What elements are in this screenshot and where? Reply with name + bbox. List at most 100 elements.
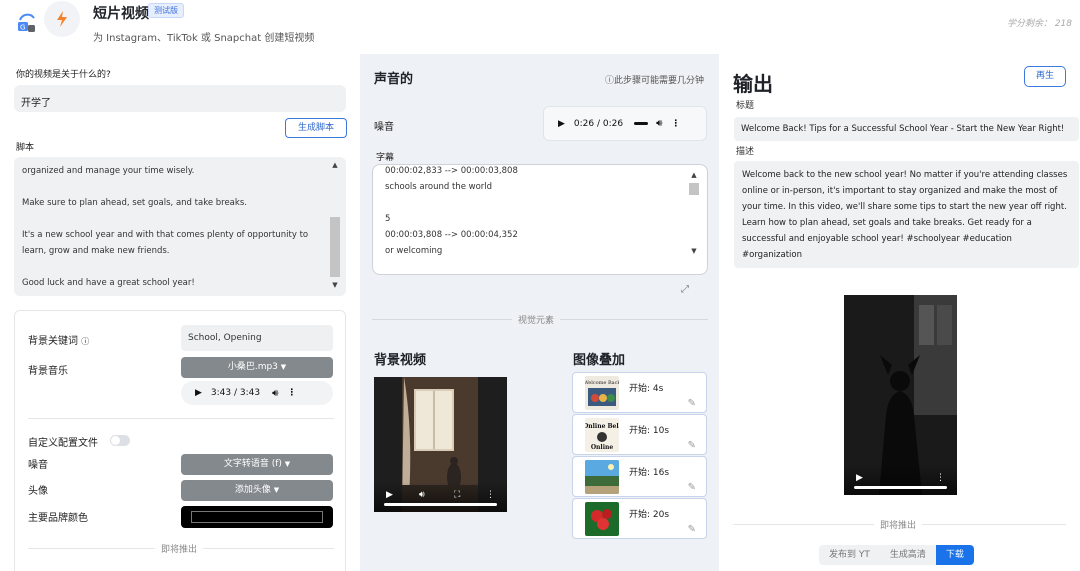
script-paragraph: Make sure to plan ahead, set goals, and … bbox=[22, 198, 247, 208]
subtitle-line: 00:00:02,833 --> 00:00:03,808 bbox=[385, 166, 518, 176]
scroll-down-icon[interactable]: ▼ bbox=[330, 281, 340, 289]
play-icon[interactable]: ▶ bbox=[856, 473, 863, 483]
settings-card: 背景关键词 ⓘ School, Opening 背景音乐 小桑巴.mp3 ▼ ▶… bbox=[14, 310, 346, 571]
output-title: 输出 bbox=[733, 72, 773, 96]
sound-title: 声音的 bbox=[374, 72, 414, 87]
more-icon[interactable]: ⋮ bbox=[287, 388, 296, 398]
input-panel: 你的视频是关于什么的? 开学了 生成脚本 脚本 organized and ma… bbox=[0, 54, 360, 571]
subtitle-line: 00:00:03,808 --> 00:00:04,352 bbox=[385, 230, 518, 240]
edit-icon[interactable]: ✎ bbox=[688, 440, 696, 451]
edit-icon[interactable]: ✎ bbox=[688, 398, 696, 409]
publish-yt-button[interactable]: 发布到 YT bbox=[819, 545, 880, 565]
video-progress[interactable] bbox=[384, 503, 497, 506]
app-header: G 短片视频 测试版 为 Instagram、TikTok 或 Snapchat… bbox=[0, 0, 1080, 52]
script-paragraph: It's a new school year and with that com… bbox=[22, 230, 309, 256]
topic-label: 你的视频是关于什么的? bbox=[16, 70, 111, 80]
custom-config-toggle[interactable] bbox=[110, 435, 130, 446]
bg-music-player[interactable]: ▶ 3:43 / 3:43 🔊︎ ⋮ bbox=[181, 381, 333, 405]
chevron-down-icon: ▼ bbox=[280, 363, 287, 371]
noise-audio-player[interactable]: ▶ 0:26 / 0:26 🔊︎ ⋮ bbox=[543, 106, 707, 141]
avatar-label: 头像 bbox=[28, 486, 48, 497]
play-icon[interactable]: ▶ bbox=[558, 119, 565, 129]
lightning-icon bbox=[44, 1, 80, 37]
scroll-up-icon[interactable]: ▲ bbox=[689, 171, 699, 179]
credits-remaining: 学分剩余： 218 bbox=[1006, 19, 1072, 29]
subtitle-line bbox=[385, 195, 685, 211]
color-swatch-inner bbox=[191, 511, 323, 523]
scroll-up-icon[interactable]: ▲ bbox=[330, 161, 340, 169]
output-actions: 发布到 YT 生成高清 下载 bbox=[819, 545, 974, 565]
app-logo-icon: G bbox=[18, 13, 35, 32]
subtitle-line: schools around the world bbox=[385, 182, 493, 192]
brand-color-label: 主要品牌颜色 bbox=[28, 513, 88, 524]
title-output[interactable]: Welcome Back! Tips for a Successful Scho… bbox=[734, 117, 1079, 141]
overlay-start: 开始: 16s bbox=[629, 468, 670, 478]
more-icon[interactable]: ⋮ bbox=[486, 490, 495, 500]
expand-icon[interactable]: ⤢ bbox=[681, 284, 689, 295]
play-icon[interactable]: ▶ bbox=[195, 388, 202, 398]
generate-hd-button[interactable]: 生成高清 bbox=[879, 545, 936, 565]
subtitle-scrollbar[interactable]: ▲ ▼ bbox=[689, 171, 699, 269]
desc-label: 描述 bbox=[736, 147, 755, 157]
bg-music-label: 背景音乐 bbox=[28, 366, 68, 377]
brand-color-picker[interactable] bbox=[181, 506, 333, 528]
info-icon: ⓘ bbox=[605, 76, 615, 86]
overlay-item[interactable]: 开始: 16s ✎ bbox=[572, 456, 707, 497]
subtitle-textarea[interactable]: 00:00:02,833 --> 00:00:03,808 schools ar… bbox=[372, 164, 708, 275]
script-paragraph: Good luck and have a great school year! bbox=[22, 278, 195, 288]
scroll-down-icon[interactable]: ▼ bbox=[689, 247, 699, 255]
chevron-down-icon: ▼ bbox=[273, 486, 280, 494]
beta-badge: 测试版 bbox=[148, 3, 184, 18]
topic-input[interactable]: 开学了 bbox=[14, 85, 346, 112]
generate-script-button[interactable]: 生成脚本 bbox=[285, 118, 347, 138]
overlay-thumbnail bbox=[585, 460, 619, 494]
info-icon: ⓘ bbox=[81, 337, 90, 346]
coming-soon-label: 即将推出 bbox=[874, 518, 923, 531]
script-content: organized and manage your time wisely. M… bbox=[22, 157, 332, 291]
bg-video-player[interactable]: ▶ 🔊︎ ⛶ ⋮ bbox=[374, 377, 507, 512]
coming-soon-label: 即将推出 bbox=[155, 542, 204, 555]
noise-time: 0:26 / 0:26 bbox=[573, 118, 624, 129]
app-title: 短片视频 bbox=[93, 6, 149, 22]
video-progress[interactable] bbox=[854, 486, 947, 489]
noise-select[interactable]: 文字转语音 (f) ▼ bbox=[181, 454, 333, 475]
overlay-start: 开始: 4s bbox=[629, 384, 664, 394]
output-video-player[interactable]: ▶ ⋮ bbox=[844, 295, 957, 495]
progress-bar[interactable] bbox=[634, 122, 649, 125]
edit-icon[interactable]: ✎ bbox=[688, 524, 696, 535]
volume-icon[interactable]: 🔊︎ bbox=[272, 388, 278, 399]
overlay-item[interactable]: Online Bell Online 开始: 10s ✎ bbox=[572, 414, 707, 455]
svg-text:Online Bell: Online Bell bbox=[585, 423, 619, 430]
video-controls: ▶ 🔊︎ ⛶ ⋮ bbox=[374, 482, 507, 512]
overlay-item[interactable]: Welcome Back 开始: 4s ✎ bbox=[572, 372, 707, 413]
scroll-thumb[interactable] bbox=[689, 183, 699, 195]
overlay-start: 开始: 10s bbox=[629, 426, 670, 436]
divider bbox=[28, 418, 334, 419]
volume-icon[interactable]: 🔊︎ bbox=[656, 118, 662, 129]
subtitle-content: 00:00:02,833 --> 00:00:03,808 schools ar… bbox=[385, 165, 685, 259]
fullscreen-icon[interactable]: ⛶ bbox=[454, 490, 460, 500]
download-button[interactable]: 下载 bbox=[935, 545, 974, 565]
more-icon[interactable]: ⋮ bbox=[936, 473, 945, 483]
overlay-item[interactable]: 开始: 20s ✎ bbox=[572, 498, 707, 539]
play-icon[interactable]: ▶ bbox=[386, 490, 393, 500]
overlay-thumbnail bbox=[585, 502, 619, 536]
bg-music-select[interactable]: 小桑巴.mp3 ▼ bbox=[181, 357, 333, 378]
time-note: ⓘ此步骤可能需要几分钟 bbox=[605, 76, 705, 86]
scroll-thumb[interactable] bbox=[330, 217, 340, 277]
bg-keyword-input[interactable]: School, Opening bbox=[181, 325, 333, 351]
desc-output[interactable]: Welcome back to the new school year! No … bbox=[734, 161, 1079, 268]
script-label: 脚本 bbox=[16, 143, 35, 153]
volume-icon[interactable]: 🔊︎ bbox=[419, 490, 425, 500]
title-label: 标题 bbox=[736, 101, 755, 111]
subtitle-line: 5 bbox=[385, 214, 391, 224]
script-scrollbar[interactable]: ▲ ▼ bbox=[330, 161, 340, 292]
regenerate-button[interactable]: 再生 bbox=[1024, 66, 1066, 87]
script-textarea[interactable]: organized and manage your time wisely. M… bbox=[14, 157, 346, 296]
output-panel: 输出 再生 标题 Welcome Back! Tips for a Succes… bbox=[719, 54, 1080, 571]
svg-text:Welcome Back: Welcome Back bbox=[585, 380, 619, 386]
edit-icon[interactable]: ✎ bbox=[688, 482, 696, 493]
avatar-select[interactable]: 添加头像 ▼ bbox=[181, 480, 333, 501]
overlay-thumbnail: Welcome Back bbox=[585, 376, 619, 410]
more-icon[interactable]: ⋮ bbox=[671, 119, 680, 129]
